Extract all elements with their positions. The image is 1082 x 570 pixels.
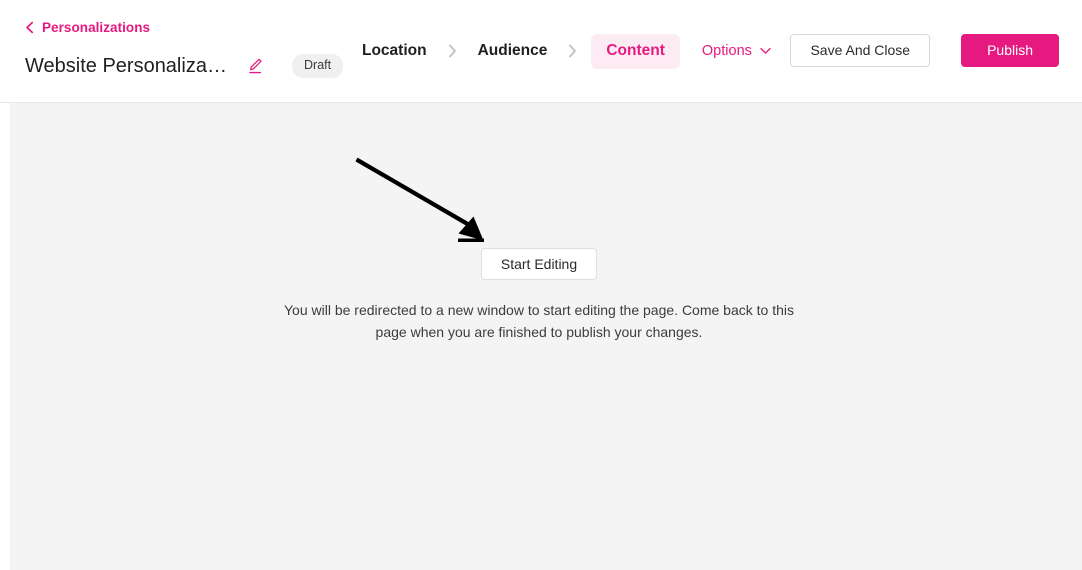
chevron-right-icon: [434, 44, 471, 58]
step-breadcrumb-nav: Location Audience Content Options: [355, 33, 771, 69]
back-link-label: Personalizations: [42, 20, 151, 35]
start-editing-button[interactable]: Start Editing: [481, 248, 597, 280]
chevron-down-icon: [760, 47, 771, 55]
save-and-close-button[interactable]: Save And Close: [790, 34, 931, 67]
app-header: Personalizations Website Personalizatio.…: [0, 0, 1082, 103]
helper-text: You will be redirected to a new window t…: [284, 302, 794, 341]
status-badge: Draft: [292, 54, 344, 78]
page-title: Website Personalizatio...: [25, 55, 231, 77]
arrow-pointer-annotation: [355, 157, 484, 242]
chevron-left-icon: [24, 21, 35, 34]
main-content-area: Start Editing You will be redirected to …: [0, 103, 1082, 570]
header-actions: Save And Close Publish: [790, 34, 1059, 67]
pencil-edit-icon[interactable]: [247, 57, 264, 75]
content-inner: Start Editing You will be redirected to …: [10, 103, 1082, 570]
back-to-personalizations-link[interactable]: Personalizations: [24, 20, 150, 35]
options-dropdown[interactable]: Options: [702, 43, 771, 59]
step-audience[interactable]: Audience: [471, 35, 555, 67]
step-content[interactable]: Content: [591, 33, 680, 69]
title-row: Website Personalizatio... Draft: [25, 52, 344, 80]
step-location[interactable]: Location: [355, 35, 434, 67]
options-label: Options: [701, 43, 752, 59]
publish-button[interactable]: Publish: [961, 34, 1059, 67]
chevron-right-icon: [554, 44, 591, 58]
